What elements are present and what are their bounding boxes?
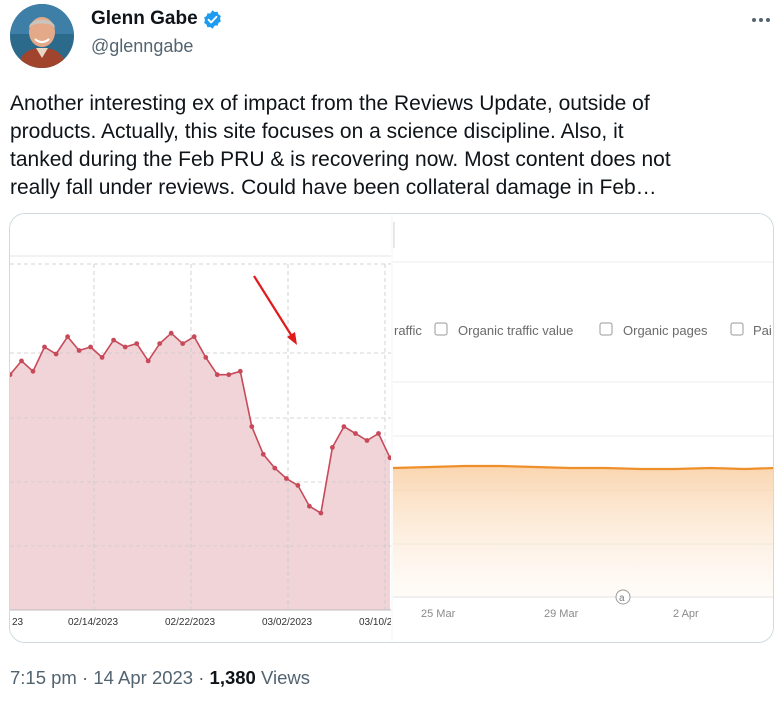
author-handle[interactable]: @glenngabe (91, 36, 193, 57)
views-count[interactable]: 1,380 (210, 667, 256, 688)
left-x-tick: 02/14/2023 (68, 617, 118, 628)
chart-point (318, 510, 324, 516)
chart-point (19, 358, 24, 364)
tweet-meta: 7:15 pm · 14 Apr 2023 · 1,380 Views (10, 667, 310, 689)
left-x-tick: 03/02/2023 (262, 617, 312, 628)
chart-point (111, 337, 116, 343)
right-x-tick: 29 Mar (544, 608, 579, 620)
chart-point (168, 330, 174, 336)
chart-point (122, 344, 128, 350)
tweet-text-line: tanked during the Feb PRU & is recoverin… (10, 148, 671, 171)
legend-paid: Pai (753, 323, 772, 338)
chart-point (134, 341, 140, 346)
chart-point (99, 355, 105, 360)
views-label: Views (260, 667, 310, 688)
chart-screenshot: 23 02/14/2023 02/22/2023 03/02/2023 03/1… (10, 214, 773, 642)
chart-point (341, 424, 347, 429)
legend-organic-pages: Organic pages (623, 323, 708, 338)
chart-point (203, 355, 209, 360)
chart-point (237, 368, 243, 374)
chart-point (272, 465, 278, 471)
verified-badge-icon (202, 9, 223, 30)
left-x-tick: 03/10/2 (359, 617, 393, 628)
right-chart-area (393, 466, 773, 597)
annotation-marker-label: a (619, 593, 625, 604)
tweet-time[interactable]: 7:15 pm (10, 667, 77, 688)
person-avatar-icon (10, 4, 74, 68)
chart-point (76, 348, 82, 353)
chart-point (65, 334, 70, 340)
author-avatar[interactable] (10, 4, 74, 68)
meta-separator: · (82, 667, 89, 688)
tweet-text-line: Another interesting ex of impact from th… (10, 92, 650, 115)
author-name-row[interactable]: Glenn Gabe (91, 8, 223, 30)
chart-point (364, 438, 370, 443)
meta-separator: · (198, 667, 205, 688)
tweet-text: Another interesting ex of impact from th… (10, 90, 774, 202)
chart-point (330, 445, 335, 450)
chart-point (145, 358, 151, 364)
chart-point (191, 334, 197, 340)
right-x-tick: 25 Mar (421, 608, 456, 620)
chart-point (295, 483, 301, 488)
chart-point (180, 341, 186, 346)
tweet-text-line: really fall under reviews. Could have be… (10, 176, 657, 199)
chart-point (226, 372, 232, 378)
chart-point (353, 431, 358, 436)
legend-organic-traffic: raffic (394, 323, 422, 338)
tweet-media-image[interactable]: 23 02/14/2023 02/22/2023 03/02/2023 03/1… (9, 213, 774, 643)
legend-organic-traffic-value: Organic traffic value (458, 323, 573, 338)
chart-point (53, 351, 59, 357)
left-x-tick: 02/22/2023 (165, 617, 215, 628)
chart-point (157, 341, 163, 346)
right-x-tick: 2 Apr (673, 608, 699, 620)
chart-point (42, 344, 47, 350)
tweet-date[interactable]: 14 Apr 2023 (93, 667, 193, 688)
chart-point (376, 431, 381, 436)
left-x-tick: 23 (12, 617, 24, 628)
tweet-text-line: products. Actually, this site focuses on… (10, 120, 624, 143)
chart-point (307, 503, 312, 509)
chart-point (214, 372, 220, 378)
author-name[interactable]: Glenn Gabe (91, 8, 198, 30)
chart-point (30, 368, 36, 374)
more-options-icon[interactable] (750, 10, 772, 30)
chart-point (88, 344, 93, 350)
chart-point (284, 476, 289, 481)
chart-point (260, 451, 266, 457)
chart-point (249, 424, 255, 429)
